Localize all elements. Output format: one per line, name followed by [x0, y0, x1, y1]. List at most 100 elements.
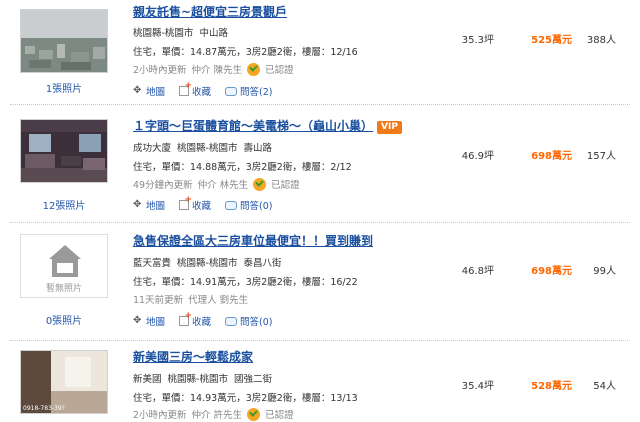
favorite-add-icon: [179, 81, 192, 96]
listing-update-row: 49分鐘內更新 仲介 林先生 已認證: [133, 177, 300, 191]
favorite-button[interactable]: 收藏: [179, 311, 212, 328]
qa-button[interactable]: 問答(0): [225, 198, 273, 212]
listing-address: 成功大廈 桃園縣-桃園市 壽山路: [133, 140, 278, 154]
listing-area: 46.9坪: [461, 151, 494, 162]
listing-views: 388人: [586, 35, 616, 46]
vip-badge: VIP: [377, 121, 402, 134]
listing-divider: [10, 104, 630, 105]
agent-name: 仲介 陳先生: [191, 65, 243, 76]
listing-price: 528萬元: [531, 381, 572, 392]
listing-price: 698萬元: [531, 266, 572, 277]
listing-title: １字頭～巨蛋體育館～美電梯～（龜山小巢）: [133, 119, 374, 133]
listing-item: 0918-783-39? 新美國三房～輕鬆成家 新美國 桃園縣-桃園市 國強二街 住…: [0, 344, 640, 422]
listing-area: 35.3坪: [461, 35, 494, 46]
qa-button[interactable]: 問答(2): [225, 84, 273, 98]
photo-count-link[interactable]: 0張照片: [20, 312, 108, 327]
listing-location: 桃園縣-桃園市: [177, 258, 238, 269]
listing-title-link[interactable]: 新美國三房～輕鬆成家: [133, 348, 253, 365]
listing-thumbnail[interactable]: 暫無照片: [20, 234, 108, 298]
listing-info: 住宅，單價：14.91萬元，3房2廳2衛，樓層：16/22: [133, 277, 358, 288]
map-label: 地圖: [146, 201, 166, 212]
listing-actions: ✥ 地圖 收藏 問答(0): [133, 195, 273, 213]
certified-label: 已認證: [271, 180, 300, 191]
listing-area: 35.4坪: [461, 381, 494, 392]
photo-count-link[interactable]: 1張照片: [20, 80, 108, 95]
favorite-button[interactable]: 收藏: [179, 195, 212, 212]
map-button[interactable]: ✥ 地圖: [133, 314, 166, 329]
qa-label: 問答(2): [240, 87, 273, 98]
listing-update-row: 2小時內更新 仲介 陳先生 已認證: [133, 62, 294, 76]
listing-update-row: 11天前更新 代理人 劉先生: [133, 292, 248, 306]
listing-road: 國強二街: [233, 374, 272, 385]
map-label: 地圖: [146, 317, 166, 328]
update-time: 11天前更新: [133, 295, 184, 306]
listing-views: 54人: [593, 381, 616, 392]
listing-community: 新美國: [133, 374, 162, 385]
update-time: 2小時內更新: [133, 410, 187, 421]
listing-title-link[interactable]: 急售保證全區大三房車位最便宜！！買到賺到: [133, 232, 373, 249]
favorite-add-icon: [179, 195, 192, 210]
listing-address: 新美國 桃園縣-桃園市 國強二街: [133, 371, 278, 385]
photo-aerial-icon: [21, 10, 107, 72]
listing-location: 桃園縣-桃園市: [133, 28, 194, 39]
certified-icon: [253, 177, 267, 191]
map-arrows-icon: ✥: [133, 315, 142, 326]
map-button[interactable]: ✥ 地圖: [133, 84, 166, 99]
photo-count-link[interactable]: 12張照片: [20, 197, 108, 212]
qa-button[interactable]: 問答(0): [225, 314, 273, 328]
listing-item: 暫無照片 0張照片 急售保證全區大三房車位最便宜！！買到賺到 藍天富貴 桃園縣-桃…: [0, 226, 640, 336]
listing-update-row: 2小時內更新 仲介 許先生 已認證: [133, 407, 294, 421]
photo-interior-icon: [21, 120, 107, 182]
favorite-label: 收藏: [192, 87, 212, 98]
listing-road: 壽山路: [243, 143, 272, 154]
listing-item: 12張照片 １字頭～巨蛋體育館～美電梯～（龜山小巢） VIP 成功大廈 桃園縣-桃園…: [0, 112, 640, 218]
agent-name: 代理人 劉先生: [188, 295, 249, 306]
qa-label: 問答(0): [240, 201, 273, 212]
listing-location: 桃園縣-桃園市: [177, 143, 238, 154]
thumb-phone-watermark: 0918-783-39?: [23, 405, 65, 412]
listing-info: 住宅，單價：14.93萬元，3房2廳2衛，樓層：13/13: [133, 393, 358, 404]
listing-title-link[interactable]: 親友託售~超便宜三房景觀戶: [133, 3, 287, 20]
listing-title-link[interactable]: １字頭～巨蛋體育館～美電梯～（龜山小巢） VIP: [133, 117, 402, 134]
update-time: 2小時內更新: [133, 65, 187, 76]
listing-divider: [10, 222, 630, 223]
listing-price: 525萬元: [531, 35, 572, 46]
favorite-button[interactable]: 收藏: [179, 81, 212, 98]
favorite-add-icon: [179, 311, 192, 326]
listing-views: 157人: [586, 151, 616, 162]
listing-info: 住宅，單價：14.88萬元，3房2廳2衛，樓層：2/12: [133, 162, 352, 173]
listing-actions: ✥ 地圖 收藏 問答(2): [133, 81, 273, 99]
listing-thumbnail[interactable]: 0918-783-39?: [20, 350, 108, 414]
listing-location: 桃園縣-桃園市: [167, 374, 228, 385]
listing-thumbnail[interactable]: [20, 119, 108, 183]
listing-community: 成功大廈: [133, 143, 172, 154]
listing-actions: ✥ 地圖 收藏 問答(0): [133, 311, 273, 329]
certified-label: 已認證: [265, 65, 294, 76]
speech-bubble-icon: [225, 86, 238, 96]
listing-address: 藍天富貴 桃園縣-桃園市 泰昌八街: [133, 255, 287, 269]
favorite-label: 收藏: [192, 201, 212, 212]
speech-bubble-icon: [225, 200, 238, 210]
map-label: 地圖: [146, 87, 166, 98]
favorite-label: 收藏: [192, 317, 212, 328]
listing-views: 99人: [593, 266, 616, 277]
certified-label: 已認證: [265, 410, 294, 421]
certified-icon: [247, 407, 261, 421]
agent-name: 仲介 林先生: [197, 180, 249, 191]
listing-area: 46.8坪: [461, 266, 494, 277]
listing-info: 住宅，單價：14.87萬元，3房2廳2衛，樓層：12/16: [133, 47, 358, 58]
certified-icon: [247, 62, 261, 76]
listing-community: 藍天富貴: [133, 258, 172, 269]
listing-road: 泰昌八街: [243, 258, 282, 269]
update-time: 49分鐘內更新: [133, 180, 193, 191]
listing-item: 1張照片 親友託售~超便宜三房景觀戶 桃園縣-桃園市 中山路 住宅，單價：14.8…: [0, 0, 640, 102]
listing-divider: [10, 340, 630, 341]
agent-name: 仲介 許先生: [191, 410, 243, 421]
map-button[interactable]: ✥ 地圖: [133, 198, 166, 213]
listing-thumbnail[interactable]: [20, 9, 108, 73]
listing-road: 中山路: [199, 28, 228, 39]
map-arrows-icon: ✥: [133, 199, 142, 210]
listing-price: 698萬元: [531, 151, 572, 162]
speech-bubble-icon: [225, 316, 238, 326]
qa-label: 問答(0): [240, 317, 273, 328]
